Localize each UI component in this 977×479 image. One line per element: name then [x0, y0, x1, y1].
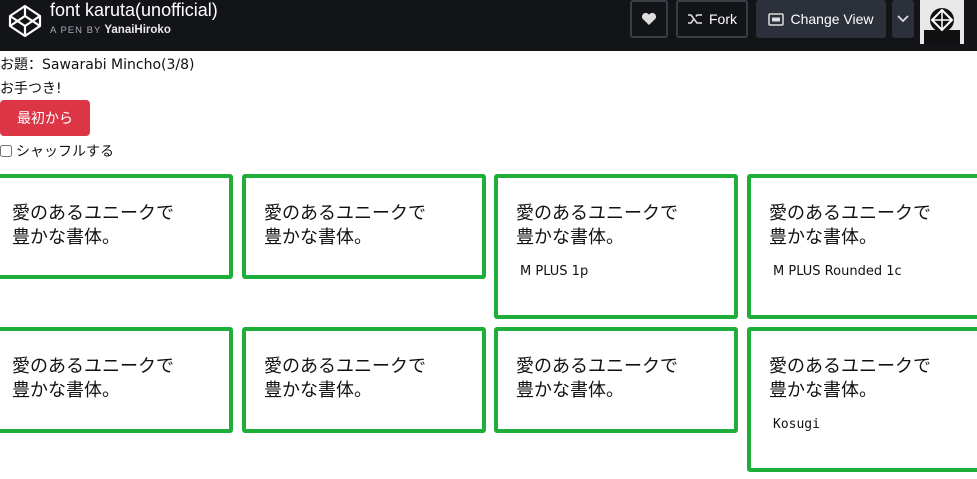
fork-button[interactable]: Fork	[676, 0, 748, 38]
card-phrase: 愛のあるユニークで 豊かな書体。	[12, 203, 174, 248]
topic-text: お題：Sawarabi Mincho(3/8)	[0, 57, 195, 73]
card-phrase: 愛のあるユニークで 豊かな書体。	[516, 356, 678, 401]
card-phrase: 愛のあるユニークで 豊かな書体。	[769, 356, 931, 401]
card-phrase: 愛のあるユニークで 豊かな書体。	[264, 356, 426, 401]
change-view-icon	[768, 12, 785, 26]
codepen-header: font karuta(unofficial) A PEN BY YanaiHi…	[0, 0, 977, 51]
karuta-card[interactable]: 愛のあるユニークで 豊かな書体。	[494, 327, 738, 433]
card-font-name: Kosugi	[773, 417, 820, 432]
pen-title: font karuta(unofficial)	[50, 0, 218, 20]
codepen-logo-icon[interactable]	[6, 2, 44, 40]
chevron-down-icon	[897, 15, 909, 23]
shuffle-label: シャッフルする	[16, 144, 114, 160]
byline-prefix: A PEN BY	[50, 25, 102, 36]
change-view-button[interactable]: Change View	[756, 0, 886, 38]
karuta-card[interactable]: 愛のあるユニークで 豊かな書体。 M PLUS 1p	[494, 174, 738, 319]
card-font-name: M PLUS 1p	[520, 264, 589, 279]
card-phrase: 愛のあるユニークで 豊かな書体。	[264, 203, 426, 248]
card-phrase: 愛のあるユニークで 豊かな書体。	[12, 356, 174, 401]
karuta-card[interactable]: 愛のあるユニークで 豊かな書体。	[0, 327, 233, 433]
pen-byline: A PEN BY YanaiHiroko	[50, 24, 171, 36]
fork-label: Fork	[709, 11, 737, 27]
karuta-card[interactable]: 愛のあるユニークで 豊かな書体。 M PLUS Rounded 1c	[747, 174, 977, 319]
restart-button[interactable]: 最初から	[0, 100, 90, 136]
shuffle-checkbox[interactable]	[0, 145, 12, 157]
more-options-button[interactable]	[892, 0, 914, 38]
card-phrase: 愛のあるユニークで 豊かな書体。	[516, 203, 678, 248]
status-text: お手つき!	[0, 81, 62, 97]
author-link[interactable]: YanaiHiroko	[104, 24, 170, 36]
shuffle-option[interactable]: シャッフルする	[0, 141, 114, 161]
karuta-card[interactable]: 愛のあるユニークで 豊かな書体。 Kosugi	[747, 327, 977, 472]
fork-icon	[688, 14, 702, 24]
card-phrase: 愛のあるユニークで 豊かな書体。	[769, 203, 931, 248]
heart-button[interactable]	[630, 0, 668, 38]
avatar[interactable]	[920, 0, 964, 44]
karuta-card[interactable]: 愛のあるユニークで 豊かな書体。	[242, 174, 486, 279]
card-font-name: M PLUS Rounded 1c	[773, 264, 902, 279]
karuta-card[interactable]: 愛のあるユニークで 豊かな書体。	[242, 327, 486, 433]
change-view-label: Change View	[790, 11, 874, 27]
heart-icon	[641, 12, 657, 25]
karuta-card[interactable]: 愛のあるユニークで 豊かな書体。	[0, 174, 233, 279]
